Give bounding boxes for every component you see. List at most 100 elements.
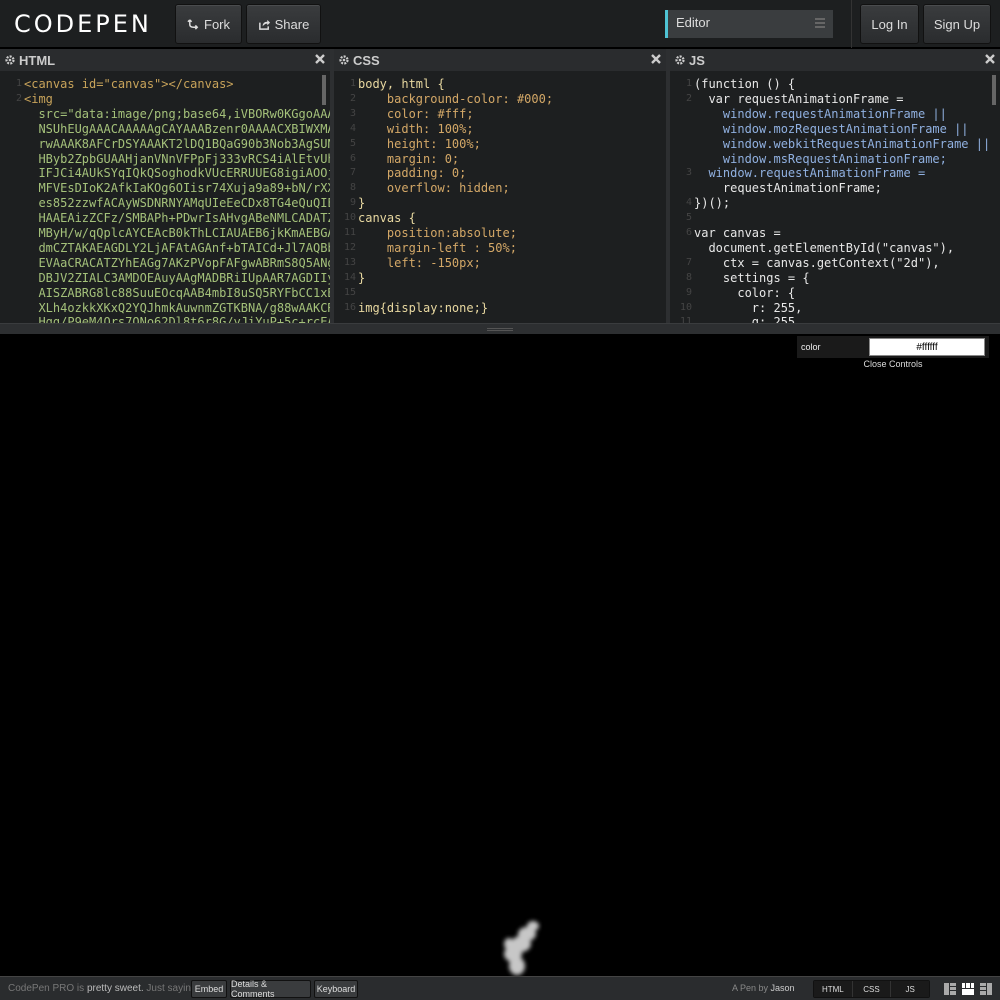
code-line: overflow: hidden; [358,181,510,196]
promo-prefix: CodePen PRO is [8,983,85,994]
code-line: g: 255 [694,315,796,323]
fork-label: Fork [204,16,230,32]
code-line: padding: 0; [358,166,467,181]
code-line: color: #fff; [358,106,474,121]
share-icon [258,19,270,30]
login-button[interactable]: Log In [860,4,919,44]
code-line: margin-left : 50%; [358,240,517,255]
line-number: 4 [685,197,692,209]
css-editor-pane: CSS 1 body, html {2 background-color: #00… [334,49,666,323]
line-number: 9 [349,197,356,209]
signup-button[interactable]: Sign Up [923,4,991,44]
code-line: img{display:none;} [358,300,489,315]
gear-icon[interactable] [674,54,686,66]
line-number: 4 [349,122,356,134]
line-number: 7 [685,256,692,268]
js-scrollbar[interactable] [992,75,996,105]
html-code-editor[interactable]: 1 <canvas id="canvas"></canvas> 2 <img src=… [0,77,330,323]
code-line: settings = { [694,270,810,285]
pen-by-prefix: A Pen by [732,983,769,993]
close-icon[interactable] [314,53,326,65]
footer: CodePen PRO is pretty sweet. Just saying… [0,976,1000,1000]
code-line: background-color: #000; [358,91,554,106]
code-line: window.requestAnimationFrame || [694,106,947,121]
code-line: rwAAAK8AFCrDSYAAAKT2lDQ1BQaG90b3Nob3AgSU… [24,136,330,151]
code-line: var canvas = [694,226,781,240]
share-label: Share [274,16,310,32]
resize-grip-icon [487,328,513,331]
editor-area: HTML 1 <canvas id="canvas"></canvas> 2 <img… [0,49,1000,323]
layout-right-icon[interactable] [980,983,992,995]
close-controls-button[interactable]: Close Controls [797,359,989,369]
css-pane-header: CSS [334,49,666,71]
pro-promo[interactable]: CodePen PRO is pretty sweet. Just saying… [8,983,199,994]
code-line: MByH/w/qQplcAYCEAcB0kThLCIAUAEB6jkKmAEBG… [24,226,330,240]
layout-top-icon[interactable] [962,983,974,995]
code-line: DBJV2ZIALC3AMDOEAuyAAgMADBRiIUpAAR7AGDII… [24,270,330,285]
line-number: 13 [343,256,356,268]
fork-button[interactable]: Fork [175,4,242,44]
line-number: 5 [685,212,692,224]
html-pane-header: HTML [0,49,330,71]
code-line: position:absolute; [358,226,517,240]
details-comments-button[interactable]: Details & Comments [230,979,311,999]
color-input[interactable]: #ffffff [869,338,985,356]
result-preview[interactable]: color #ffffff Close Controls [0,334,1000,976]
code-line: MFVEsDIoK2AfkIaKOg6OIisr74Xuja9a89+bN/rX… [24,181,330,196]
line-number: 1 [349,78,356,89]
code-line: height: 100%; [358,136,481,151]
codepen-logo[interactable]: CODEPEN [14,8,152,40]
code-line: body, html { [358,77,445,91]
gear-icon[interactable] [4,54,16,66]
code-line: requestAnimationFrame; [694,181,882,196]
code-line: width: 100%; [358,121,474,136]
toggle-js[interactable]: JS [891,981,930,997]
embed-button[interactable]: Embed [191,980,227,998]
code-line: left: -150px; [358,255,481,270]
view-select[interactable]: Editor [665,10,833,38]
author-link[interactable]: Jason [771,983,795,993]
line-number: 2 [349,92,356,104]
line-number: 5 [349,137,356,149]
code-line: margin: 0; [358,151,460,166]
editor-resize-handle[interactable] [0,323,1000,334]
line-number: 2 [685,92,692,104]
close-icon[interactable] [650,53,662,65]
css-code-editor[interactable]: 1 body, html {2 background-color: #000; 3 … [334,77,666,323]
code-line: ctx = canvas.getContext("2d"), [694,255,940,270]
line-number: 2 [15,92,22,104]
fork-icon [187,18,199,30]
line-number: 7 [349,167,356,179]
line-number: 8 [685,271,692,283]
code-line: EVAaCRACATZYhEAGg7AKzPVopFAFgwABRmS8Q5AN… [24,255,330,270]
code-line: Hgg/P9eM4Ors7ONo62Dl8t6r8G/yJiYuP+5c+rcE… [24,315,330,323]
layout-left-icon[interactable] [944,983,956,995]
header: CODEPEN Fork Share Editor Log In Sign Up [0,0,1000,48]
code-line: HAAEAizZCFz/SMBAPh+PDwrIsAHvgABeNMLCADAT… [24,211,330,226]
line-number: 10 [679,301,692,313]
toggle-html[interactable]: HTML [814,981,853,997]
pen-author: A Pen by Jason [732,983,795,993]
line-number: 15 [343,286,356,298]
code-line: AISZABRG8lc88SuuEOcqAAB4mbI8uSQ5RYFbCC1x… [24,285,330,300]
js-code-editor[interactable]: 1 (function () {2 var requestAnimationFra… [670,77,1000,323]
login-label: Log In [871,16,908,32]
code-line: <canvas id="canvas"></canvas> [24,77,234,91]
editor-toggle-group: HTML CSS JS [813,980,930,998]
js-pane-header: JS [670,49,1000,71]
code-line: window.requestAnimationFrame = [694,166,926,181]
html-editor-pane: HTML 1 <canvas id="canvas"></canvas> 2 <img… [0,49,330,323]
toggle-css[interactable]: CSS [852,981,892,997]
gear-icon[interactable] [338,54,350,66]
css-pane-title: CSS [353,52,380,68]
html-scrollbar[interactable] [322,75,326,105]
code-line: NSUhEUgAAACAAAAAgCAYAAABzenr0AAAACXBIWXM… [24,121,330,136]
header-divider [851,0,852,48]
js-editor-pane: JS 1 (function () {2 var requestAnimation… [670,49,1000,323]
layout-switcher [944,983,992,995]
close-icon[interactable] [984,53,996,65]
share-button[interactable]: Share [246,4,321,44]
keyboard-button[interactable]: Keyboard [314,980,358,998]
smoke-particles [504,921,539,975]
code-line: <img [24,91,53,106]
